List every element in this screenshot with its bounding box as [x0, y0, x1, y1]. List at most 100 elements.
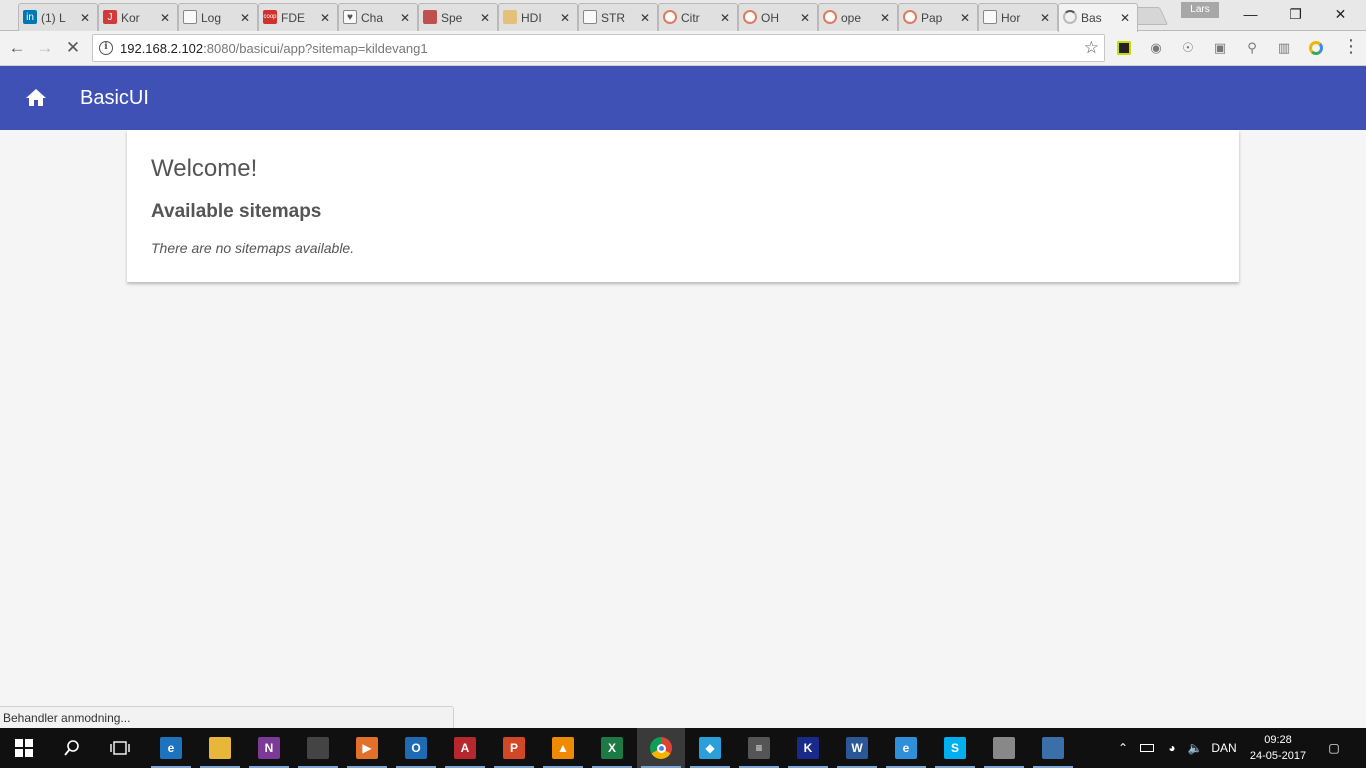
close-window-button[interactable]: ✕	[1318, 0, 1363, 28]
close-icon: ✕	[65, 38, 81, 57]
close-tab-icon[interactable]: ✕	[799, 11, 811, 25]
info-icon[interactable]: i	[99, 41, 113, 55]
extension-search-icon[interactable]: ☉	[1179, 39, 1197, 57]
taskbar-remote[interactable]: ◆	[686, 728, 734, 768]
browser-tab[interactable]: J Kor ✕	[98, 3, 178, 31]
action-center-button[interactable]: ▢	[1320, 728, 1348, 768]
browser-tab[interactable]: Bas ✕	[1058, 3, 1138, 32]
start-button[interactable]	[0, 728, 48, 768]
gnome-icon	[423, 10, 437, 24]
browser-menu-icon[interactable]: ⋮	[1342, 36, 1360, 60]
extension-key-icon[interactable]: ⚲	[1243, 39, 1261, 57]
edge-icon: e	[160, 737, 182, 759]
close-tab-icon[interactable]: ✕	[639, 11, 651, 25]
heart-icon: ♥	[343, 10, 357, 24]
taskbar-edge[interactable]: e	[147, 728, 195, 768]
close-tab-icon[interactable]: ✕	[559, 11, 571, 25]
minimize-button[interactable]: —	[1228, 0, 1273, 28]
extension-check-icon[interactable]	[1115, 39, 1133, 57]
notification-icon: ▢	[1328, 741, 1340, 755]
wifi-icon[interactable]: ◕	[1160, 728, 1184, 768]
close-tab-icon[interactable]: ✕	[479, 11, 491, 25]
close-tab-icon[interactable]: ✕	[1039, 11, 1051, 25]
extension-pdf-icon[interactable]: ▥	[1275, 39, 1293, 57]
browser-tab[interactable]: in (1) L ✕	[18, 3, 98, 31]
url-text[interactable]: 192.168.2.102:8080/basicui/app?sitemap=k…	[120, 41, 428, 56]
remote-icon: ◆	[699, 737, 721, 759]
taskbar-file-explorer[interactable]	[196, 728, 244, 768]
browser-tab[interactable]: OH ✕	[738, 3, 818, 31]
taskbar-excel[interactable]: X	[588, 728, 636, 768]
welcome-card: Welcome! Available sitemaps There are no…	[127, 130, 1239, 282]
close-tab-icon[interactable]: ✕	[79, 11, 91, 25]
browser-tab[interactable]: coop FDE ✕	[258, 3, 338, 31]
battery-icon[interactable]	[1136, 728, 1158, 768]
language-indicator[interactable]: DAN	[1208, 728, 1240, 768]
taskbar-k-app[interactable]: K	[784, 728, 832, 768]
badge-icon	[503, 10, 517, 24]
browser-tab[interactable]: Citr ✕	[658, 3, 738, 31]
store-icon	[307, 737, 329, 759]
taskbar-internet-explorer[interactable]: e	[882, 728, 930, 768]
taskbar-network-app[interactable]	[980, 728, 1028, 768]
forward-button[interactable]: →	[33, 36, 57, 60]
back-button[interactable]: ←	[5, 36, 29, 60]
address-bar[interactable]: i 192.168.2.102:8080/basicui/app?sitemap…	[92, 34, 1105, 62]
tab-title: Hor	[1001, 10, 1021, 25]
taskbar-skype[interactable]: S	[931, 728, 979, 768]
taskbar-screen-app[interactable]	[1029, 728, 1077, 768]
tab-title: FDE	[281, 10, 305, 25]
tab-title: Pap	[921, 10, 943, 25]
taskbar-powerpoint[interactable]: P	[490, 728, 538, 768]
taskbar-calculator[interactable]: ≡	[735, 728, 783, 768]
restore-button[interactable]: ❐	[1273, 0, 1318, 28]
browser-tab[interactable]: STR ✕	[578, 3, 658, 31]
taskbar-chrome[interactable]	[637, 728, 685, 768]
restore-icon: ❐	[1289, 5, 1302, 22]
browser-tab[interactable]: ope ✕	[818, 3, 898, 31]
taskbar-access[interactable]: A	[441, 728, 489, 768]
tab-title: Citr	[681, 10, 700, 25]
tray-overflow-button[interactable]: ⌃	[1112, 728, 1134, 768]
status-bubble: Behandler anmodning...	[0, 706, 454, 728]
close-tab-icon[interactable]: ✕	[959, 11, 971, 25]
extension-circle-icon[interactable]: ◉	[1147, 39, 1165, 57]
openhab-icon	[823, 10, 837, 24]
taskbar-store[interactable]	[294, 728, 342, 768]
network-app-icon	[993, 737, 1015, 759]
taskbar-vlc[interactable]: ▲	[539, 728, 587, 768]
volume-muted-icon[interactable]: 🔈	[1184, 728, 1206, 768]
browser-toolbar: ← → ✕ i 192.168.2.102:8080/basicui/app?s…	[0, 31, 1366, 66]
close-tab-icon[interactable]: ✕	[719, 11, 731, 25]
close-tab-icon[interactable]: ✕	[879, 11, 891, 25]
profile-button[interactable]: Lars	[1181, 2, 1219, 18]
app-title: BasicUI	[80, 87, 149, 109]
close-tab-icon[interactable]: ✕	[399, 11, 411, 25]
bookmark-star-icon[interactable]: ☆	[1084, 38, 1099, 58]
search-button[interactable]	[48, 728, 96, 768]
clock[interactable]: 09:28 24-05-2017	[1246, 732, 1310, 764]
extension-sync-icon[interactable]	[1307, 39, 1325, 57]
browser-tab[interactable]: Log ✕	[178, 3, 258, 31]
browser-tab[interactable]: Spe ✕	[418, 3, 498, 31]
excel-icon: X	[601, 737, 623, 759]
close-tab-icon[interactable]: ✕	[159, 11, 171, 25]
browser-tab[interactable]: HDI ✕	[498, 3, 578, 31]
close-tab-icon[interactable]: ✕	[319, 11, 331, 25]
taskbar-media-player[interactable]: ▶	[343, 728, 391, 768]
cast-icon[interactable]: ▣	[1211, 39, 1229, 57]
task-view-button[interactable]	[96, 728, 144, 768]
close-tab-icon[interactable]: ✕	[239, 11, 251, 25]
stop-loading-button[interactable]: ✕	[61, 36, 85, 60]
browser-tab[interactable]: ♥ Cha ✕	[338, 3, 418, 31]
taskbar-onenote[interactable]: N	[245, 728, 293, 768]
task-view-icon	[110, 741, 130, 755]
taskbar-outlook[interactable]: O	[392, 728, 440, 768]
page-icon	[583, 10, 597, 24]
close-tab-icon[interactable]: ✕	[1119, 11, 1131, 25]
browser-tab[interactable]: Hor ✕	[978, 3, 1058, 31]
taskbar-word[interactable]: W	[833, 728, 881, 768]
browser-tab[interactable]: Pap ✕	[898, 3, 978, 31]
home-button[interactable]	[24, 86, 48, 110]
search-icon	[64, 740, 79, 756]
